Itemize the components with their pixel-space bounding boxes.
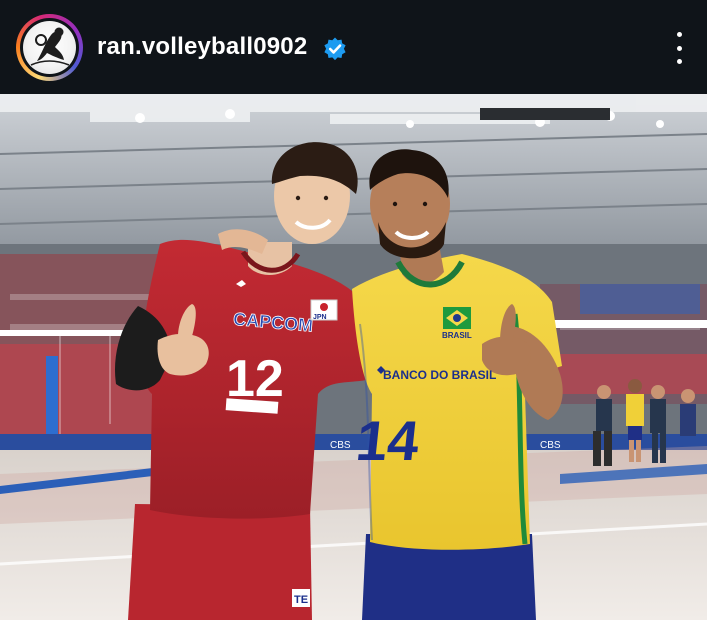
svg-text:14: 14 <box>353 409 422 472</box>
photo-illustration: CBS CBS TE CAPCOM 12 JPN BRASIL BANCO DO… <box>0 94 707 620</box>
svg-text:JPN: JPN <box>313 314 327 321</box>
post-header: ran.volleyball0902 <box>0 0 707 94</box>
volleyball-player-avatar-icon <box>23 21 76 74</box>
username[interactable]: ran.volleyball0902 <box>97 33 307 61</box>
post-photo[interactable]: CBS CBS TE CAPCOM 12 JPN BRASIL BANCO DO… <box>0 94 707 620</box>
profile-avatar[interactable] <box>16 14 83 81</box>
svg-text:TE: TE <box>294 594 308 606</box>
more-vertical-icon[interactable] <box>666 32 692 64</box>
svg-text:BANCO DO BRASIL: BANCO DO BRASIL <box>383 368 496 382</box>
svg-text:BRASIL: BRASIL <box>442 331 472 340</box>
svg-text:CBS: CBS <box>540 440 561 451</box>
verified-badge-icon <box>324 37 346 61</box>
svg-text:CBS: CBS <box>330 440 351 451</box>
